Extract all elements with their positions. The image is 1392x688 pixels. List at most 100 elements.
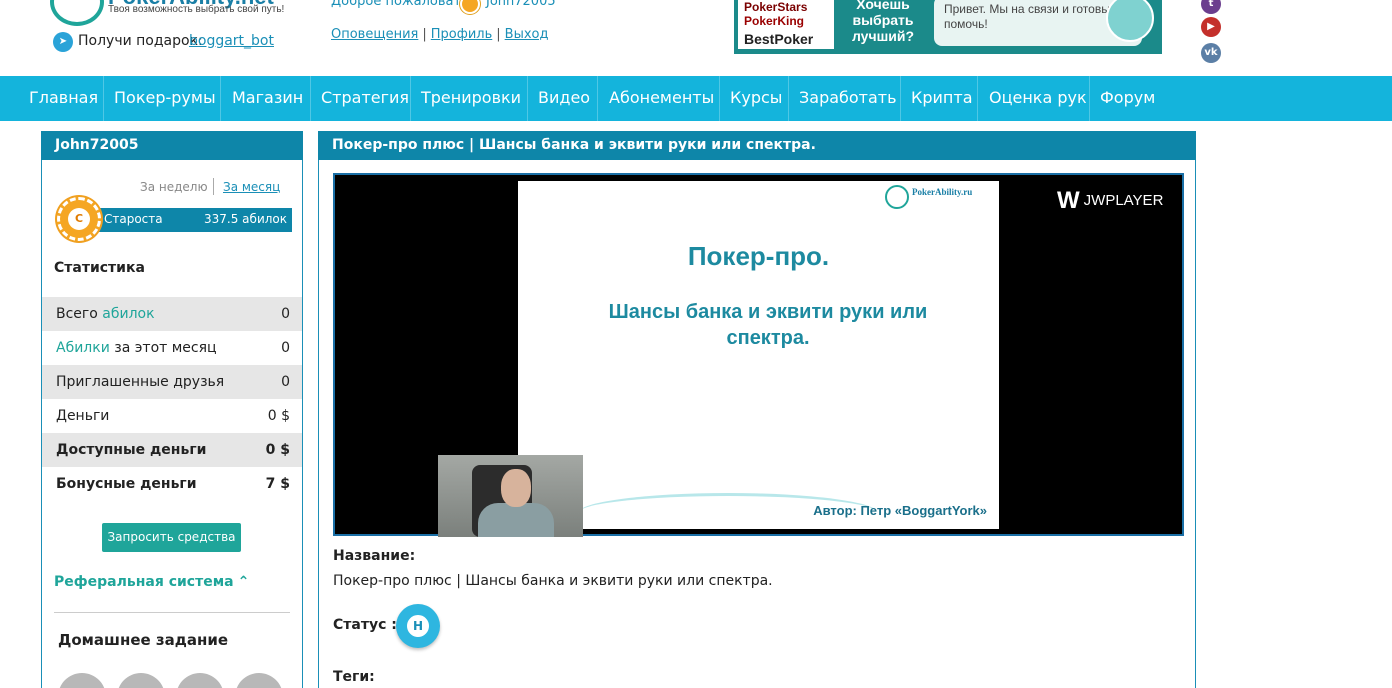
stats-title: Статистика [54,260,145,276]
stat-label: Абилки за этот месяц [56,340,217,356]
jwplayer-icon: W [1057,187,1080,214]
telegram-icon: ➤ [53,32,73,52]
welcome-text: Доброе пожаловать, [331,0,473,9]
nav-item-shop[interactable]: Магазин [232,76,303,121]
stat-label: Деньги [56,408,110,424]
abilki-link[interactable]: абилок [102,306,154,322]
video-title-bar: Покер-про плюс | Шансы банка и эквити ру… [318,131,1196,160]
main-nav: Главная Покер-румы Магазин Стратегия Тре… [0,76,1392,121]
stat-value: 0 $ [267,408,290,424]
request-funds-button[interactable]: Запросить средства [102,523,241,552]
stat-value: 0 [281,306,290,322]
video-player[interactable]: PokerAbility.ru Покер-про. Шансы банка и… [333,173,1184,537]
homework-title: Домашнее задание [58,631,229,649]
banner-room-logos: PokerStars PokerKing BestPoker [738,0,834,54]
name-label: Название: [333,548,416,564]
ad-banner[interactable]: PokerStars PokerKing BestPoker Хочешь вы… [734,0,1162,54]
nav-divider [103,76,104,121]
nav-item-forum[interactable]: Форум [1100,76,1155,121]
nav-item-video[interactable]: Видео [538,76,590,121]
nav-item-poker-rooms[interactable]: Покер-румы [114,76,216,121]
stat-value: 7 $ [265,476,290,492]
logo-icon[interactable] [50,0,104,26]
chat-icon [1106,0,1154,42]
rank-chip-icon: C [57,197,101,241]
stat-row: Деньги 0 $ [42,399,302,433]
tags-label: Теги: [333,669,375,685]
sidebar-username: John72005 [41,131,303,160]
slide-logo-text: PokerAbility.ru [912,187,973,197]
webcam-person-body [478,503,554,537]
stat-row: Всего абилок 0 [42,297,302,331]
tab-divider [213,178,214,195]
banner-room-logo: BestPoker [738,29,834,49]
chevron-up-icon: ⌃ [237,574,250,590]
slide-subtitle: Шансы банка и эквити руки или спектра. [608,301,928,349]
logout-link[interactable]: Выход [505,27,549,42]
referral-title: Реферальная система [54,574,234,590]
coin-icon [460,0,480,14]
video-panel: Покер-про плюс | Шансы банка и эквити ру… [318,131,1196,688]
homework-avatar[interactable] [58,673,106,688]
stat-row: Доступные деньги 0 $ [42,433,302,467]
stat-label: Всего абилок [56,306,155,322]
nav-divider [719,76,720,121]
youtube-icon[interactable]: ▶ [1201,17,1221,37]
banner-question: Хочешь выбрать лучший? [851,0,915,44]
nav-divider [900,76,901,121]
webcam-overlay [438,455,583,537]
homework-avatar[interactable] [235,673,283,688]
stat-row: Приглашенные друзья 0 [42,365,302,399]
rank-bar: Староста 337.5 абилок [91,208,292,232]
vk-icon[interactable]: vk [1201,43,1221,63]
nav-divider [788,76,789,121]
stat-row: Бонусные деньги 7 $ [42,467,302,501]
stat-row: Абилки за этот месяц 0 [42,331,302,365]
account-links: Оповещения | Профиль | Выход [331,27,549,42]
gift-bot-link[interactable]: boggart_bot [189,33,274,49]
homework-avatar[interactable] [176,673,224,688]
abilki-link[interactable]: Абилки [56,340,110,356]
divider [54,612,290,613]
status-badge-letter: Н [405,613,431,639]
stat-label: Бонусные деньги [56,476,197,492]
nav-divider [310,76,311,121]
stat-value: 0 [281,374,290,390]
nav-divider [220,76,221,121]
nav-divider [410,76,411,121]
notifications-link[interactable]: Оповещения [331,27,418,42]
gift-text: Получи подарок: [78,33,203,49]
profile-link[interactable]: Профиль [431,27,493,42]
user-sidebar: John72005 За неделю За месяц Староста 33… [41,131,303,688]
nav-divider [527,76,528,121]
nav-item-courses[interactable]: Курсы [730,76,782,121]
twitch-icon[interactable]: t [1201,0,1221,14]
name-value: Покер-про плюс | Шансы банка и эквити ру… [333,573,773,589]
nav-item-strategy[interactable]: Стратегия [321,76,409,121]
banner-room-logo: PokerKing [738,12,834,30]
nav-item-training[interactable]: Тренировки [421,76,521,121]
nav-item-home[interactable]: Главная [29,76,98,121]
username-link[interactable]: John72005 [486,0,556,9]
stat-value: 0 [281,340,290,356]
rank-value: 337.5 абилок [204,212,287,226]
stat-value: 0 $ [265,442,290,458]
referral-toggle[interactable]: Реферальная система ⌃ [54,574,249,590]
nav-divider [597,76,598,121]
stat-label: Приглашенные друзья [56,374,225,390]
rank-chip-letter: C [68,208,90,230]
slide-title: Покер-про. [687,241,830,271]
site-header: PokerAbility.net Твоя возможность выбрат… [0,0,1392,76]
nav-divider [1089,76,1090,121]
tab-month[interactable]: За месяц [223,180,280,194]
webcam-person-head [501,469,531,507]
tab-week[interactable]: За неделю [140,180,208,194]
nav-item-subscriptions[interactable]: Абонементы [609,76,714,121]
nav-item-crypto[interactable]: Крипта [911,76,973,121]
nav-item-hand-review[interactable]: Оценка рук [989,76,1087,121]
slide-logo: PokerAbility.ru [885,185,989,211]
homework-avatar[interactable] [117,673,165,688]
nav-item-earn[interactable]: Заработать [799,76,897,121]
video-slide: PokerAbility.ru Покер-про. Шансы банка и… [518,181,999,529]
stat-label: Доступные деньги [56,442,207,458]
